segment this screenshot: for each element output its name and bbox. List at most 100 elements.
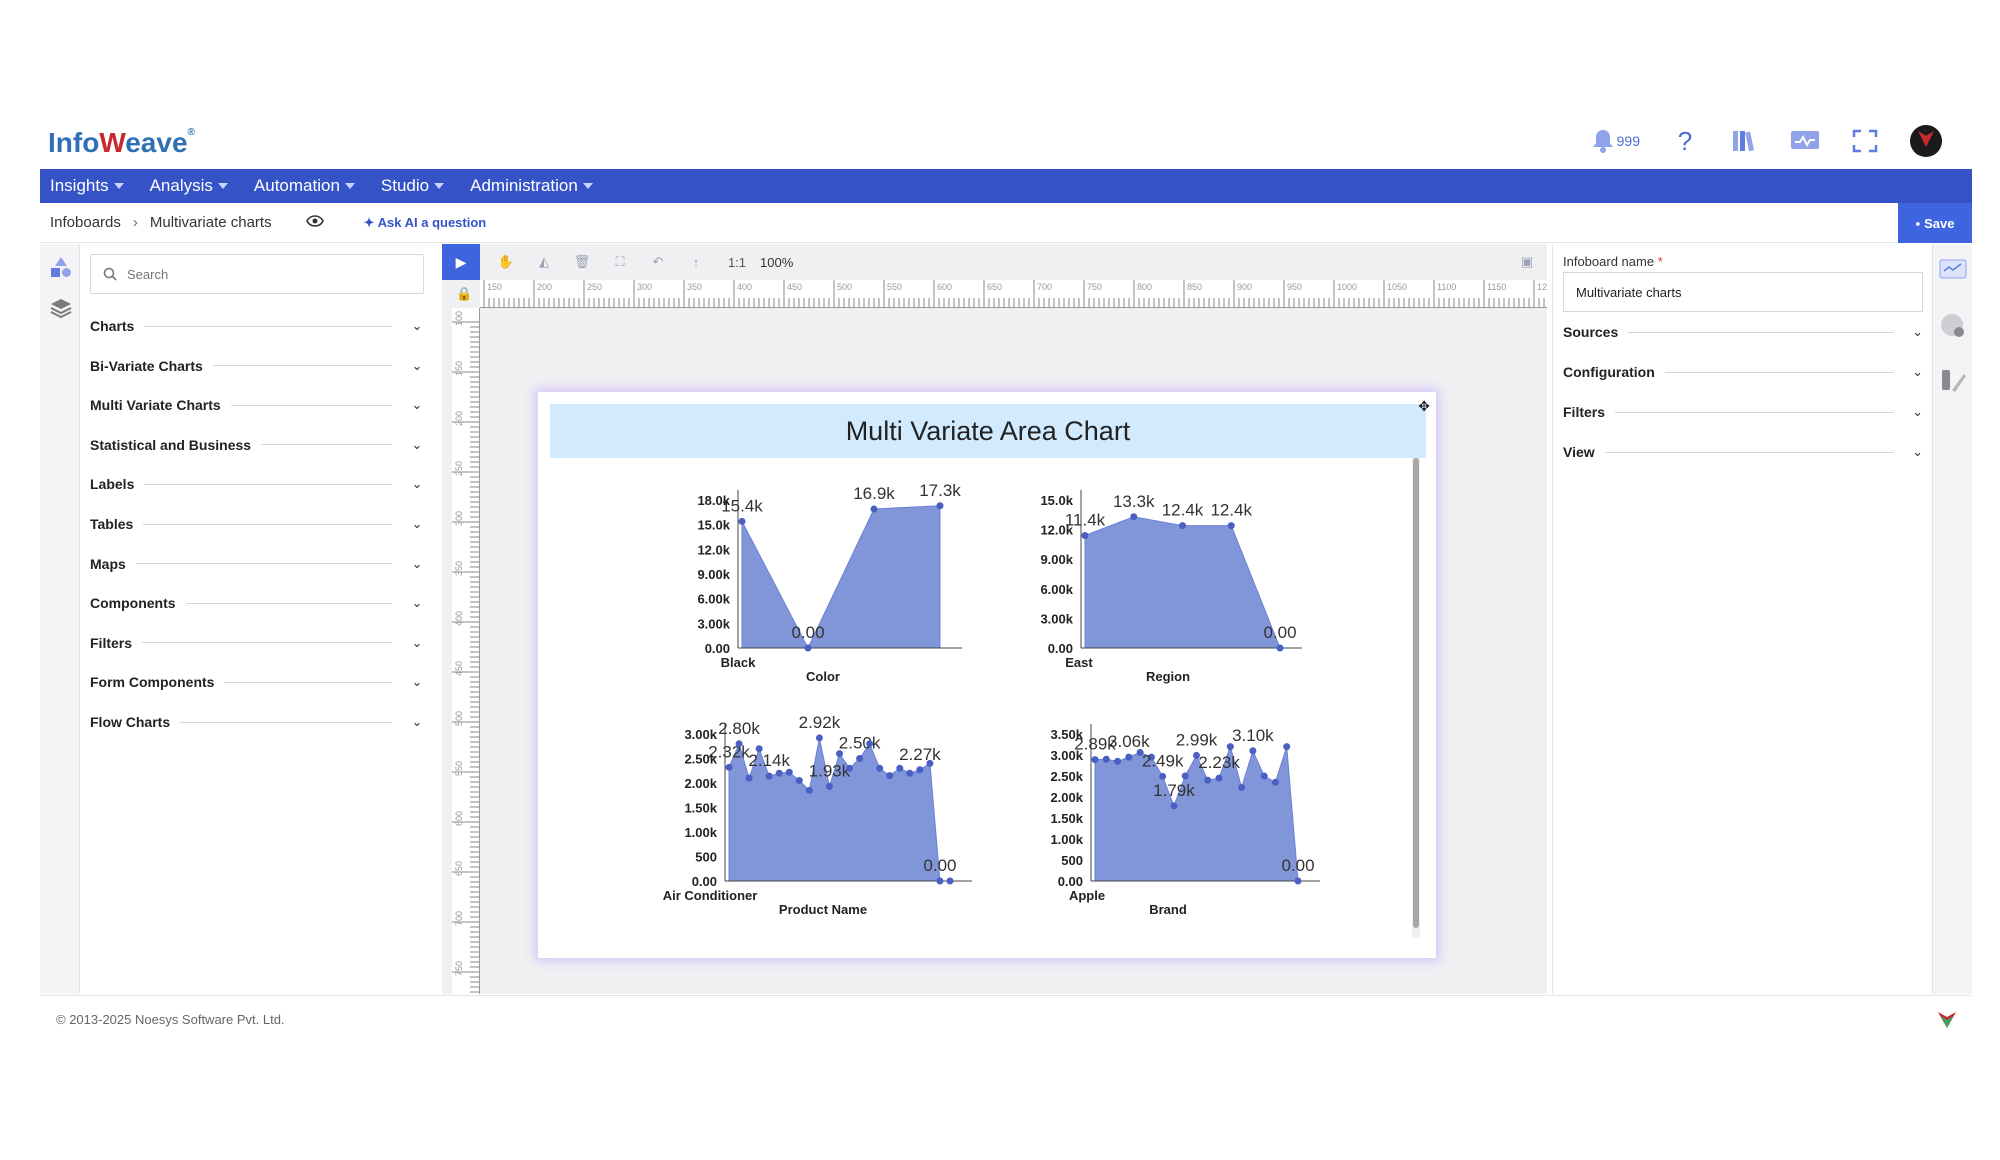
data-label: 2.23k (1198, 753, 1240, 772)
y-tick-label: 9.00k (1040, 552, 1073, 567)
chevron-down-icon: ⌄ (411, 476, 423, 492)
ask-ai-button[interactable]: ✦ Ask AI a question (364, 215, 487, 231)
chevron-down-icon: ⌄ (411, 714, 423, 729)
layers-icon[interactable] (49, 296, 73, 320)
section-multi-variate-charts[interactable]: Multi Variate Charts ⌄ (90, 391, 424, 419)
caret-down-icon (344, 183, 355, 189)
palette-icon[interactable] (1939, 312, 1967, 340)
monitor-icon[interactable] (1790, 126, 1820, 156)
eye-icon[interactable] (305, 214, 324, 232)
move-handle-icon[interactable]: ✥ (1418, 398, 1430, 415)
section-view[interactable]: View ⌄ (1563, 438, 1923, 466)
divider (142, 642, 392, 644)
search-box[interactable] (90, 254, 424, 294)
nav-automation[interactable]: Automation (254, 176, 355, 196)
ruler-label: 500 (454, 711, 464, 726)
section-filters[interactable]: Filters ⌄ (1563, 398, 1923, 426)
section-statistical-and-business[interactable]: Statistical and Business ⌄ (90, 431, 424, 459)
data-point (936, 502, 944, 510)
chart-panel: 0.00 500 1.00k 1.50k 2.00k 2.50k 3.00k2.32k 2.8… (663, 713, 972, 917)
label-text: Infoboard name (1563, 254, 1655, 269)
ruler-label: 1200 (1537, 282, 1547, 292)
ruler-label: 350 (687, 282, 702, 292)
infoveave-logo[interactable]: InfoWeave® (48, 127, 195, 159)
section-label: Components (90, 595, 176, 612)
ruler-label: 850 (1187, 282, 1202, 292)
section-label: Sources (1563, 324, 1619, 340)
section-label: Configuration (1563, 364, 1655, 380)
data-point (1081, 532, 1089, 540)
nav-studio[interactable]: Studio (381, 176, 445, 196)
pan-tool-icon[interactable]: ✋ (494, 250, 518, 274)
ruler-label: 350 (454, 561, 464, 576)
logo-text: Info (48, 127, 100, 158)
bring-front-icon[interactable]: ↑ (684, 250, 708, 274)
nav-insights[interactable]: Insights (50, 176, 124, 196)
ruler-label: 650 (454, 861, 464, 876)
required-icon: * (1657, 254, 1663, 269)
zoom-level[interactable]: 100% (760, 255, 793, 270)
fullscreen-icon[interactable] (1850, 126, 1880, 156)
breadcrumb-root[interactable]: Infoboards (50, 214, 121, 231)
section-maps[interactable]: Maps ⌄ (90, 550, 424, 578)
shapes-icon[interactable] (49, 256, 73, 280)
section-components[interactable]: Components ⌄ (90, 589, 424, 617)
delete-icon[interactable]: 🗑 (570, 250, 594, 274)
data-label: 0.00 (923, 856, 956, 875)
pointer-tool-icon[interactable]: ▶ (442, 244, 480, 280)
section-tables[interactable]: Tables ⌄ (90, 510, 424, 538)
ruler-label: 250 (454, 461, 464, 476)
ruler-label: 700 (454, 911, 464, 926)
save-button[interactable]: ▪ Save (1898, 203, 1972, 243)
x-axis-title: Product Name (779, 902, 867, 917)
scroll-thumb[interactable] (1413, 458, 1419, 928)
data-point (1170, 802, 1178, 810)
section-labels[interactable]: Labels ⌄ (90, 470, 424, 498)
section-filters[interactable]: Filters ⌄ (90, 629, 424, 657)
collapse-icon[interactable]: ▣ (1515, 250, 1539, 274)
section-configuration[interactable]: Configuration ⌄ (1563, 358, 1923, 386)
nav-administration[interactable]: Administration (470, 176, 593, 196)
chevron-down-icon: ⌄ (411, 436, 423, 452)
y-tick-label: 15.0k (697, 518, 730, 533)
data-point (926, 759, 934, 767)
search-input[interactable] (127, 266, 397, 282)
chart-widget[interactable]: Multi Variate Area Chart ✥ 0.00 3.00k 6.00… (538, 392, 1436, 958)
ruler-label: 450 (454, 661, 464, 676)
user-avatar[interactable] (1910, 125, 1942, 157)
section-charts[interactable]: Charts ⌄ (90, 312, 424, 340)
data-label: 13.3k (1113, 492, 1155, 511)
library-icon[interactable] (1730, 126, 1760, 156)
data-point (1260, 772, 1268, 780)
dashboard-icon[interactable] (1939, 258, 1967, 282)
ruler-label: 600 (937, 282, 952, 292)
ratio-button[interactable]: 1:1 (722, 250, 752, 274)
section-label: View (1563, 444, 1595, 460)
breadcrumb: Infoboards › Multivariate charts ✦ Ask A… (40, 203, 1972, 243)
fit-icon[interactable]: ⛶ (608, 250, 632, 274)
section-flow-charts[interactable]: Flow Charts ⌄ (90, 708, 424, 736)
series-area (1094, 744, 1299, 882)
nav-analysis[interactable]: Analysis (150, 176, 228, 196)
undo-icon[interactable]: ↶ (646, 250, 670, 274)
divider (144, 483, 392, 485)
data-point (804, 644, 812, 652)
infoboard-name-input[interactable] (1563, 272, 1923, 312)
data-label: 16.9k (853, 484, 895, 503)
section-form-components[interactable]: Form Components ⌄ (90, 668, 424, 696)
shapes-tool-icon[interactable]: ◭ (532, 250, 556, 274)
section-sources[interactable]: Sources ⌄ (1563, 318, 1923, 346)
chart-scrollbar[interactable] (1412, 458, 1420, 938)
data-point (738, 517, 746, 525)
y-tick-label: 12.0k (697, 542, 730, 557)
section-bi-variate-charts[interactable]: Bi-Variate Charts ⌄ (90, 352, 424, 380)
ruler-label: 300 (454, 511, 464, 526)
data-point (1271, 778, 1279, 786)
brush-icon[interactable] (1939, 366, 1967, 394)
notifications[interactable]: 999 (1591, 128, 1640, 154)
data-point (775, 769, 783, 777)
help-icon[interactable]: ? (1670, 126, 1700, 156)
divider (224, 681, 392, 683)
vertical-ruler: 100 150 200 250 300 350 400 450 500 550 600 650 700 7… (452, 308, 480, 994)
lock-icon[interactable]: 🔒 (456, 286, 472, 302)
